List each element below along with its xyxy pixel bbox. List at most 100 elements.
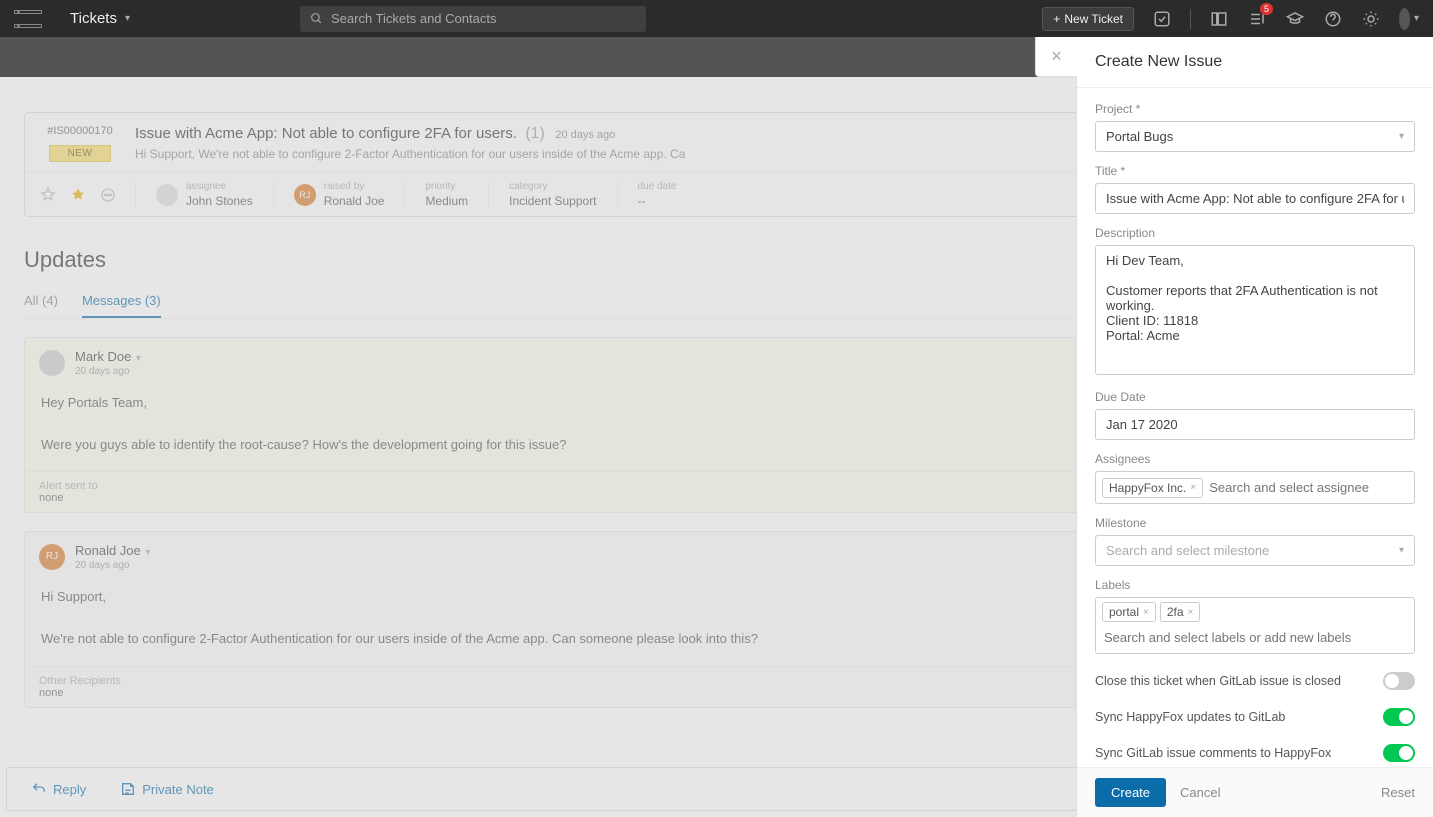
panel-title: Create New Issue: [1077, 37, 1433, 88]
label-tag[interactable]: 2fa ×: [1160, 602, 1201, 622]
global-search[interactable]: Search Tickets and Contacts: [300, 6, 646, 32]
chevron-down-icon: ▾: [125, 13, 130, 24]
queue-icon[interactable]: 5: [1247, 9, 1267, 29]
tag-label: 2fa: [1167, 605, 1184, 619]
raised-by-field[interactable]: RJ raised byRonald Joe: [273, 181, 405, 208]
milestone-select[interactable]: Search and select milestone ▾: [1095, 535, 1415, 566]
status-badge[interactable]: NEW: [49, 145, 112, 162]
meta-value: --: [638, 194, 677, 208]
assignee-field[interactable]: assignee John Stones: [135, 181, 273, 208]
note-icon: [120, 781, 136, 797]
reply-icon: [31, 781, 47, 797]
new-ticket-button[interactable]: + New Ticket: [1042, 7, 1134, 31]
toggle-sync-updates[interactable]: [1383, 708, 1415, 726]
star-icon[interactable]: [69, 186, 87, 204]
labels-field[interactable]: portal × 2fa ×: [1095, 597, 1415, 654]
toggle-close-ticket[interactable]: [1383, 672, 1415, 690]
assignee-tag[interactable]: HappyFox Inc. ×: [1102, 478, 1203, 498]
chevron-down-icon[interactable]: ▾: [136, 353, 141, 364]
due-date-label: Due Date: [1095, 390, 1415, 404]
toggle-sync-updates-label: Sync HappyFox updates to GitLab: [1095, 710, 1285, 724]
assignees-label: Assignees: [1095, 452, 1415, 466]
avatar: RJ: [294, 184, 316, 206]
meta-label: category: [509, 181, 596, 192]
label-search-input[interactable]: [1102, 626, 1408, 649]
toggle-sync-comments-label: Sync GitLab issue comments to HappyFox: [1095, 746, 1331, 760]
project-value: Portal Bugs: [1106, 129, 1173, 144]
search-icon: [310, 12, 323, 25]
academy-icon[interactable]: [1285, 9, 1305, 29]
labels-label: Labels: [1095, 578, 1415, 592]
app-logo-icon: [14, 10, 42, 28]
meta-value: John Stones: [186, 194, 253, 208]
tag-label: HappyFox Inc.: [1109, 481, 1186, 495]
message-author: Mark Doe: [75, 349, 131, 364]
tasks-icon[interactable]: [1152, 9, 1172, 29]
notification-badge: 5: [1260, 3, 1273, 15]
meta-value: Ronald Joe: [324, 194, 385, 208]
remove-tag-icon[interactable]: ×: [1188, 607, 1194, 618]
title-input[interactable]: [1095, 183, 1415, 214]
more-icon[interactable]: [99, 186, 117, 204]
tag-label: portal: [1109, 605, 1139, 619]
meta-label: assignee: [186, 181, 253, 192]
priority-field[interactable]: priorityMedium: [404, 181, 488, 208]
theme-icon[interactable]: [1361, 9, 1381, 29]
title-label: Title *: [1095, 164, 1415, 178]
avatar: [39, 350, 65, 376]
message-time: 20 days ago: [75, 366, 141, 377]
milestone-placeholder: Search and select milestone: [1106, 543, 1269, 558]
ticket-title[interactable]: Issue with Acme App: Not able to configu…: [135, 125, 517, 142]
private-note-label: Private Note: [142, 782, 214, 797]
ticket-age: 20 days ago: [555, 129, 615, 141]
pin-icon[interactable]: [39, 186, 57, 204]
private-note-button[interactable]: Private Note: [120, 781, 214, 797]
due-date-input[interactable]: [1095, 409, 1415, 440]
tab-messages[interactable]: Messages (3): [82, 285, 161, 318]
topbar: Tickets ▾ Search Tickets and Contacts + …: [0, 0, 1433, 37]
ticket-reply-count: (1): [525, 125, 545, 142]
due-date-field[interactable]: due date--: [617, 181, 697, 208]
assignee-search-input[interactable]: [1207, 476, 1408, 499]
toggle-close-ticket-label: Close this ticket when GitLab issue is c…: [1095, 674, 1341, 688]
user-menu[interactable]: ▾: [1399, 9, 1419, 29]
category-field[interactable]: category Incident Support: [488, 181, 616, 208]
create-issue-panel: × Create New Issue Project * Portal Bugs…: [1076, 37, 1433, 817]
footer-label: Other Recipients: [39, 675, 121, 687]
chevron-down-icon[interactable]: ▾: [145, 547, 150, 558]
chevron-down-icon: ▾: [1399, 545, 1404, 556]
chevron-down-icon: ▾: [1414, 13, 1419, 24]
footer-label: Alert sent to: [39, 480, 98, 492]
description-textarea[interactable]: [1095, 245, 1415, 375]
chevron-down-icon: ▾: [1399, 131, 1404, 142]
new-ticket-label: New Ticket: [1064, 12, 1123, 26]
meta-value: Medium: [425, 194, 468, 208]
project-select[interactable]: Portal Bugs ▾: [1095, 121, 1415, 152]
module-switcher[interactable]: Tickets ▾: [70, 10, 130, 27]
close-icon: ×: [1051, 46, 1062, 67]
reset-button[interactable]: Reset: [1381, 785, 1415, 800]
plus-icon: +: [1053, 12, 1060, 26]
remove-tag-icon[interactable]: ×: [1190, 482, 1196, 493]
toggle-sync-comments[interactable]: [1383, 744, 1415, 762]
close-panel-button[interactable]: ×: [1035, 37, 1077, 77]
milestone-label: Milestone: [1095, 516, 1415, 530]
reply-button[interactable]: Reply: [31, 781, 86, 797]
help-icon[interactable]: [1323, 9, 1343, 29]
tab-all[interactable]: All (4): [24, 285, 58, 318]
remove-tag-icon[interactable]: ×: [1143, 607, 1149, 618]
assignees-field[interactable]: HappyFox Inc. ×: [1095, 471, 1415, 504]
footer-value: none: [39, 492, 98, 504]
message-author: Ronald Joe: [75, 543, 141, 558]
panels-icon[interactable]: [1209, 9, 1229, 29]
search-placeholder: Search Tickets and Contacts: [331, 11, 496, 26]
meta-value: Incident Support: [509, 194, 596, 208]
cancel-button[interactable]: Cancel: [1180, 785, 1220, 800]
module-label: Tickets: [70, 10, 117, 27]
avatar: [1399, 8, 1410, 30]
create-button[interactable]: Create: [1095, 778, 1166, 807]
message-time: 20 days ago: [75, 560, 150, 571]
project-label: Project *: [1095, 102, 1415, 116]
separator: [1190, 9, 1191, 29]
label-tag[interactable]: portal ×: [1102, 602, 1156, 622]
